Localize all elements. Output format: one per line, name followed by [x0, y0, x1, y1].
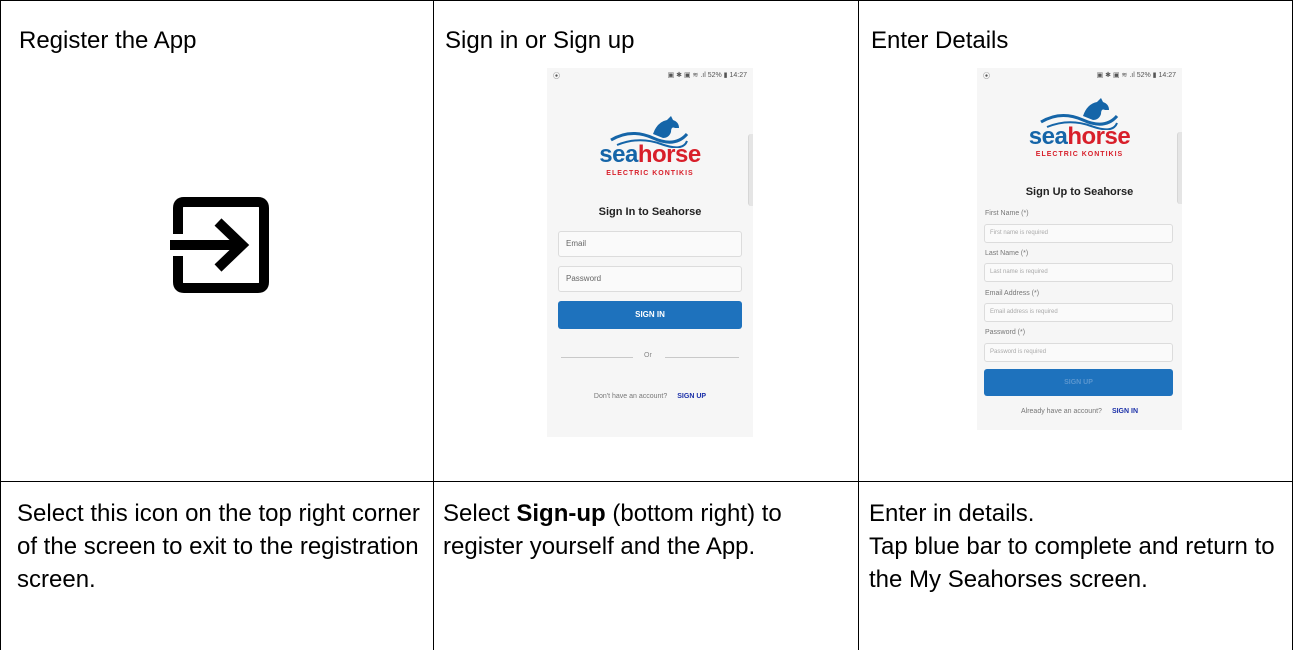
sign-in-link[interactable]: SIGN IN: [1112, 408, 1138, 415]
logo-wordmark: seahorse: [599, 141, 701, 168]
or-divider-right: [665, 357, 739, 358]
or-divider-left: [561, 357, 633, 358]
have-account-text: Already have an account?: [1020, 408, 1102, 415]
status-right: ▣ ✱ ▣ ≋ .ıl 52% ▮ 14:27: [1096, 72, 1176, 79]
exit-to-app-icon: [170, 197, 269, 293]
logo-tagline: ELECTRIC KONTIKIS: [1035, 151, 1124, 158]
sign-up-screenshot: ⦿ ▣ ✱ ▣ ≋ .ıl 52% ▮ 14:27 seahorse ELECT…: [977, 68, 1182, 430]
status-bar: ⦿ ▣ ✱ ▣ ≋ .ıl 52% ▮ 14:27: [977, 68, 1182, 82]
first-name-input[interactable]: First name is required: [984, 224, 1173, 243]
column-divider-2: [858, 0, 859, 650]
column-title-enter-details: Enter Details: [871, 27, 1009, 54]
enter-details-description: Enter in details. Tap blue bar to comple…: [869, 497, 1284, 596]
sign-in-screenshot: ⦿ ▣ ✱ ▣ ≋ .ıl 52% ▮ 14:27 seahorse ELECT…: [547, 68, 753, 437]
or-label: Or: [644, 352, 652, 359]
sign-up-footer: Already have an account? SIGN IN: [977, 408, 1182, 415]
email-input[interactable]: Email: [558, 231, 742, 257]
password-input[interactable]: Password: [558, 266, 742, 292]
sign-in-button[interactable]: SIGN IN: [558, 301, 742, 329]
first-name-label: First Name (*): [985, 210, 1029, 217]
status-bar: ⦿ ▣ ✱ ▣ ≋ .ıl 52% ▮ 14:27: [547, 68, 753, 82]
sign-in-desc-before: Select: [443, 500, 517, 527]
last-name-label: Last Name (*): [985, 250, 1029, 257]
no-account-text: Don't have an account?: [593, 393, 668, 400]
sign-up-link[interactable]: SIGN UP: [677, 393, 706, 400]
status-right: ▣ ✱ ▣ ≋ .ıl 52% ▮ 14:27: [667, 72, 747, 79]
seahorse-logo: seahorse ELECTRIC KONTIKIS: [547, 114, 753, 184]
status-left: ⦿: [983, 73, 990, 80]
password-label: Password (*): [985, 329, 1026, 336]
seahorse-logo: seahorse ELECTRIC KONTIKIS: [977, 96, 1182, 166]
logo-wordmark: seahorse: [1028, 123, 1131, 150]
sign-up-heading: Sign Up to Seahorse: [1025, 186, 1134, 198]
email-address-input[interactable]: Email address is required: [984, 303, 1173, 322]
column-divider-1: [433, 0, 434, 650]
sign-in-footer: Don't have an account? SIGN UP: [547, 393, 753, 400]
status-left: ⦿: [553, 73, 560, 80]
table-border-left: [0, 0, 1, 650]
last-name-input[interactable]: Last name is required: [984, 263, 1173, 282]
sign-up-button[interactable]: SIGN UP: [984, 369, 1173, 396]
email-address-label: Email Address (*): [985, 290, 1040, 297]
row-divider: [0, 481, 1293, 482]
enter-details-line-2: Tap blue bar to complete and return to t…: [869, 533, 1275, 593]
table-border-top: [0, 0, 1293, 1]
register-description: Select this icon on the top right corner…: [17, 500, 420, 593]
column-title-sign-in: Sign in or Sign up: [445, 27, 635, 54]
column-title-register: Register the App: [19, 27, 197, 54]
password-input[interactable]: Password is required: [984, 343, 1173, 362]
logo-tagline: ELECTRIC KONTIKIS: [606, 170, 694, 177]
sign-in-heading: Sign In to Seahorse: [598, 206, 702, 218]
enter-details-line-1: Enter in details.: [869, 500, 1035, 527]
sign-up-emphasis: Sign-up: [516, 500, 606, 527]
sign-in-description: Select Sign-up (bottom right) to registe…: [443, 497, 848, 563]
